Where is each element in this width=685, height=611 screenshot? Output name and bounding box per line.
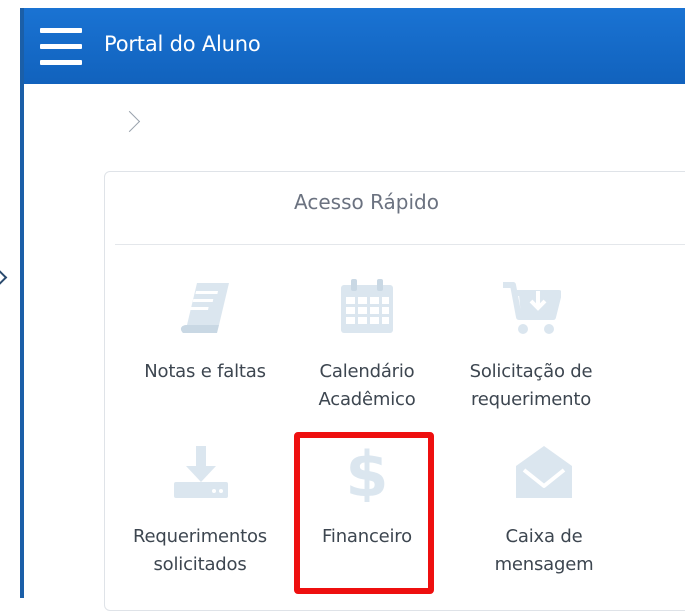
tile-label-line2: requerimento: [470, 389, 592, 410]
app-title: Portal do Aluno: [104, 32, 261, 56]
tile-solicitacao-de-requerimento[interactable]: Solicitação de requerimento: [456, 277, 606, 417]
tile-label-line1: Calendário: [319, 361, 415, 382]
book-icon: [180, 283, 229, 333]
highlight-annotation-box: [294, 432, 434, 594]
tile-label-line1: Requerimentos: [133, 526, 267, 547]
tile-calendario-academico[interactable]: Calendário Acadêmico: [292, 277, 442, 417]
panel-divider: [115, 244, 685, 245]
tile-notas-e-faltas[interactable]: Notas e faltas: [130, 277, 280, 397]
download-tray-icon: [174, 446, 228, 498]
tile-label-line2: mensagem: [494, 554, 594, 575]
envelope-icon: [516, 446, 572, 498]
chevron-right-icon[interactable]: [0, 269, 8, 286]
tile-label-line1: Solicitação de: [469, 361, 593, 382]
tile-caixa-de-mensagem[interactable]: Caixa de mensagem: [469, 442, 619, 582]
tile-label-line1: Caixa de: [505, 526, 583, 547]
calendar-icon: [341, 279, 393, 333]
tile-label-line2: solicitados: [153, 554, 247, 575]
tile-requerimentos-solicitados[interactable]: Requerimentos solicitados: [125, 442, 275, 582]
left-edge: [0, 0, 20, 598]
tile-label-line2: Acadêmico: [318, 389, 416, 410]
top-header: Portal do Aluno: [24, 8, 685, 84]
hamburger-menu-icon[interactable]: [40, 28, 82, 66]
breadcrumb-chevron-icon[interactable]: [118, 110, 141, 133]
panel-title: Acesso Rápido: [294, 190, 439, 214]
cart-download-icon: [503, 282, 561, 334]
tile-label: Notas e faltas: [144, 361, 266, 382]
portal-window: Portal do Aluno Acesso Rápido Notas e fa…: [20, 8, 685, 611]
